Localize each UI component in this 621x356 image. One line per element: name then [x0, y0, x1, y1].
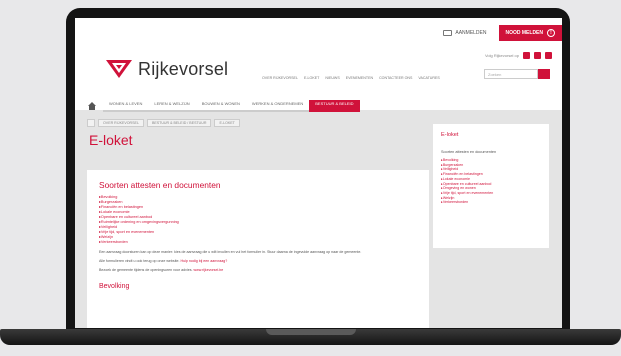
section-heading: Soorten attesten en documenten: [99, 180, 221, 190]
alert-button[interactable]: NOOD MELDEN !: [498, 25, 562, 41]
visit-text: Bezoek de gemeente tijdens de openingsur…: [99, 268, 193, 272]
instagram-icon[interactable]: [534, 52, 541, 59]
website-link[interactable]: www.rijkevorsel.be: [194, 268, 224, 272]
main-nav-item[interactable]: Over Rijkevorsel: [262, 76, 298, 80]
list-item[interactable]: Verkeersborden: [99, 240, 417, 245]
login-icon: [443, 30, 453, 36]
social-label: Volg Rijkevorsel op: [484, 53, 519, 58]
logo-icon: [106, 60, 132, 78]
forms-text: Alle formulieren vindt u ook terug op on…: [99, 259, 180, 263]
subsection-heading: Bevolking: [99, 283, 130, 290]
search-box: Zoeken: [484, 69, 550, 79]
breadcrumb-home-icon[interactable]: [87, 119, 95, 127]
breadcrumb-item: E-loket: [214, 119, 240, 127]
document-list: Bevolking Burgerzaken Financiën en belas…: [99, 195, 417, 245]
main-nav-item[interactable]: E-loket: [304, 76, 319, 80]
breadcrumb-item[interactable]: Over Rijkevorsel: [98, 119, 144, 127]
main-nav-item[interactable]: Vacatures: [418, 76, 439, 80]
breadcrumb: Over Rijkevorsel Bestuur & Beleid / Best…: [87, 118, 429, 128]
facebook-icon[interactable]: [523, 52, 530, 59]
intro-paragraph: Een aanvraag doorsturen kan op deze mani…: [99, 250, 362, 254]
main-nav-item[interactable]: Evenementen: [346, 76, 373, 80]
main-content: Over Rijkevorsel Bestuur & Beleid / Best…: [87, 118, 429, 328]
main-nav-item[interactable]: Nieuws: [325, 76, 339, 80]
social-links: Volg Rijkevorsel op: [485, 52, 552, 59]
page-title: E-loket: [89, 132, 133, 148]
sidebar-list: Bevolking Burgerzaken Veiligheid Financi…: [441, 158, 541, 205]
breadcrumb-item[interactable]: Bestuur & Beleid / Bestuur: [146, 119, 212, 127]
search-button[interactable]: [538, 69, 550, 79]
tab-bestuur[interactable]: Bestuur & Beleid: [309, 100, 360, 112]
tab-leren[interactable]: Leren & Welzijn: [148, 100, 196, 112]
linkedin-icon[interactable]: [545, 52, 552, 59]
laptop-screen: AANMELDEN NOOD MELDEN ! Volg Rijkevorsel…: [75, 18, 562, 328]
search-input[interactable]: Zoeken: [484, 69, 538, 79]
site-logo[interactable]: Rijkevorsel: [105, 58, 228, 80]
tab-werken[interactable]: Werken & Ondernemen: [245, 100, 310, 112]
forms-paragraph: Alle formulieren vindt u ook terug op on…: [99, 259, 417, 264]
home-icon[interactable]: [87, 102, 97, 112]
main-nav: Over Rijkevorsel E-loket Nieuws Evenemen…: [262, 76, 440, 80]
tab-bouwen[interactable]: Bouwen & Wonen: [195, 100, 246, 112]
sidebar-item[interactable]: Verkeersborden: [441, 200, 541, 205]
sidebar-intro: Soorten attesten en documenten: [441, 150, 497, 154]
site-header: AANMELDEN NOOD MELDEN ! Volg Rijkevorsel…: [75, 18, 562, 112]
top-bar: AANMELDEN NOOD MELDEN !: [443, 25, 562, 41]
tab-wonen[interactable]: Wonen & Leven: [103, 100, 149, 112]
login-link[interactable]: AANMELDEN: [443, 30, 487, 36]
main-nav-item[interactable]: Contacteer ons: [379, 76, 412, 80]
sidebar-title: E-loket: [441, 132, 459, 138]
laptop-notch: [266, 329, 356, 335]
help-link[interactable]: Hulp nodig bij een aanvraag?: [181, 259, 228, 263]
visit-paragraph: Bezoek de gemeente tijdens de openingsur…: [99, 268, 417, 273]
alert-icon: !: [547, 29, 555, 37]
content-panel: Soorten attesten en documenten Bevolking…: [87, 170, 429, 328]
logo-name: Rijkevorsel: [138, 58, 229, 79]
alert-label: NOOD MELDEN: [505, 30, 544, 36]
section-tabs: Wonen & Leven Leren & Welzijn Bouwen & W…: [87, 100, 360, 112]
login-label: AANMELDEN: [455, 30, 487, 36]
sidebar: E-loket Soorten attesten en documenten B…: [433, 124, 549, 248]
